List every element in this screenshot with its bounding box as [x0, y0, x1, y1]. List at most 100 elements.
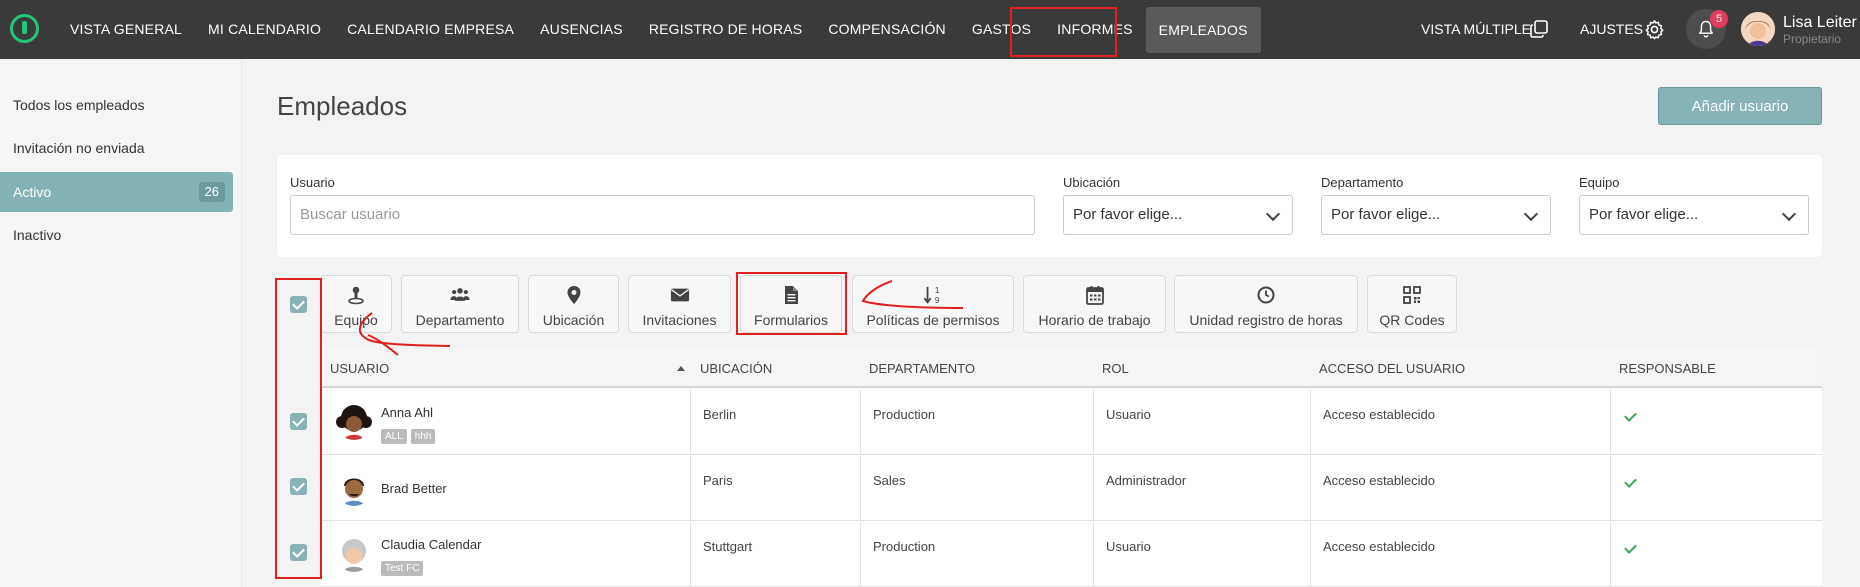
row-checkbox[interactable] [290, 544, 307, 561]
cell-text: Paris [703, 473, 733, 488]
user-name-link[interactable]: Claudia Calendar [381, 537, 481, 552]
top-navigation-bar: VISTA GENERAL MI CALENDARIO CALENDARIO E… [0, 0, 1860, 59]
cell-text: Administrador [1106, 473, 1187, 488]
chevron-down-icon [1523, 206, 1539, 222]
user-tag: ALL [381, 429, 407, 444]
column-header-responsible[interactable]: RESPONSABLE [1619, 349, 1716, 388]
user-tag: Test FC [381, 561, 424, 576]
user-role: Propietario [1783, 32, 1842, 46]
chevron-down-icon [1781, 206, 1797, 222]
toolbar-qr-codes-button[interactable]: QR Codes [1367, 275, 1457, 333]
cell-department: Sales [860, 456, 1093, 521]
table-row[interactable]: Claudia Calendar Test FC Stuttgart Produ… [320, 522, 1822, 587]
add-user-button[interactable]: Añadir usuario [1658, 87, 1822, 125]
sidebar-item-invitation-not-sent[interactable]: Invitación no enviada [0, 128, 233, 168]
toolbar-time-tracking-unit-button[interactable]: Unidad registro de horas [1174, 275, 1358, 333]
cell-text: Production [873, 539, 936, 554]
gear-icon[interactable] [1644, 19, 1665, 40]
notification-badge: 5 [1710, 10, 1728, 28]
cell-text: Berlin [703, 407, 737, 422]
cell-text: Acceso establecido [1323, 407, 1436, 422]
sidebar-item-label: Todos los empleados [13, 97, 145, 113]
copy-icon[interactable] [1530, 20, 1548, 38]
department-filter-label: Departamento [1321, 175, 1404, 190]
nav-gastos[interactable]: GASTOS [959, 0, 1044, 59]
nav-ausencias[interactable]: AUSENCIAS [527, 0, 636, 59]
cell-access: Acceso establecido [1310, 456, 1610, 521]
toolbar-button-label: QR Codes [1379, 312, 1445, 328]
cell-text: Sales [873, 473, 906, 488]
nav-mi-calendario[interactable]: MI CALENDARIO [195, 0, 334, 59]
cell-location: Paris [690, 456, 860, 521]
user-name-link[interactable]: Anna Ahl [381, 405, 433, 420]
team-select-value: Por favor elige... [1589, 206, 1699, 223]
sidebar-item-all-employees[interactable]: Todos los empleados [0, 85, 233, 125]
nav-informes[interactable]: INFORMES [1044, 0, 1146, 59]
filter-panel: Usuario Buscar usuario Ubicación Por fav… [277, 155, 1822, 257]
cell-location: Berlin [690, 390, 860, 455]
employees-table: USUARIO UBICACIÓN DEPARTAMENTO ROL ACCES… [320, 349, 1822, 587]
location-select[interactable]: Por favor elige... [1063, 195, 1293, 235]
cell-text: Production [873, 407, 936, 422]
cell-role: Usuario [1093, 390, 1310, 455]
check-icon [1624, 475, 1637, 488]
nav-registro-de-horas[interactable]: REGISTRO DE HORAS [636, 0, 816, 59]
sidebar-item-label: Inactivo [13, 227, 62, 243]
row-checkbox[interactable] [290, 413, 307, 430]
active-count-badge: 26 [198, 182, 225, 202]
cell-text: Usuario [1106, 539, 1151, 554]
nav-vista-general[interactable]: VISTA GENERAL [57, 0, 195, 59]
cell-department: Production [860, 390, 1093, 455]
search-user-input[interactable]: Buscar usuario [290, 195, 1035, 235]
toolbar-button-label: Unidad registro de horas [1189, 312, 1343, 328]
cell-location: Stuttgart [690, 522, 860, 587]
clock-icon [1257, 286, 1275, 304]
row-checkbox[interactable] [290, 478, 307, 495]
chevron-down-icon [1265, 206, 1281, 222]
cell-text: Stuttgart [703, 539, 753, 554]
column-header-user-access[interactable]: ACCESO DEL USUARIO [1319, 349, 1465, 388]
department-select[interactable]: Por favor elige... [1321, 195, 1551, 235]
team-filter-label: Equipo [1579, 175, 1620, 190]
sort-ascending-icon[interactable] [677, 366, 685, 371]
team-select[interactable]: Por favor elige... [1579, 195, 1809, 235]
user-name-link[interactable]: Brad Better [381, 481, 447, 496]
user-avatar[interactable] [1741, 12, 1775, 46]
page-title: Empleados [277, 91, 408, 121]
cell-role: Usuario [1093, 522, 1310, 587]
nav-empleados[interactable]: EMPLEADOS [1145, 7, 1261, 53]
avatar [336, 470, 372, 506]
user-filter-label: Usuario [290, 175, 335, 190]
column-header-role[interactable]: ROL [1102, 349, 1129, 388]
sidebar-item-label: Activo [13, 184, 52, 200]
app-logo-icon[interactable] [10, 14, 39, 43]
user-name[interactable]: Lisa Leiter [1783, 14, 1857, 32]
toolbar-work-schedule-button[interactable]: Horario de trabajo [1023, 275, 1166, 333]
cell-responsible [1610, 390, 1822, 455]
settings-link[interactable]: AJUSTES [1580, 0, 1643, 59]
check-icon [1624, 409, 1637, 422]
cell-text: Acceso establecido [1323, 539, 1436, 554]
cell-access: Acceso establecido [1310, 390, 1610, 455]
table-row[interactable]: Brad Better Paris Sales Administrador Ac… [320, 456, 1822, 521]
nav-calendario-empresa[interactable]: CALENDARIO EMPRESA [334, 0, 527, 59]
check-icon [1624, 541, 1637, 554]
cell-department: Production [860, 522, 1093, 587]
sidebar-item-inactive[interactable]: Inactivo [0, 215, 233, 255]
location-select-value: Por favor elige... [1073, 206, 1183, 223]
cell-text: Acceso establecido [1323, 473, 1436, 488]
location-filter-label: Ubicación [1063, 175, 1121, 190]
sidebar-item-active[interactable]: Activo 26 [0, 172, 233, 212]
select-all-checkbox[interactable] [290, 296, 307, 313]
cell-access: Acceso establecido [1310, 522, 1610, 587]
nav-compensacion[interactable]: COMPENSACIÓN [815, 0, 959, 59]
table-row[interactable]: Anna Ahl ALL hhh Berlin Production Usuari… [320, 390, 1822, 455]
calendar-icon [1085, 286, 1104, 305]
avatar [336, 404, 372, 440]
user-tags: Test FC [381, 558, 427, 576]
avatar [336, 536, 372, 572]
qr-code-icon [1403, 286, 1421, 304]
sidebar: Todos los empleados Invitación no enviad… [0, 59, 242, 587]
cell-responsible [1610, 522, 1822, 587]
multi-view-link[interactable]: VISTA MÚLTIPLE [1421, 0, 1531, 59]
